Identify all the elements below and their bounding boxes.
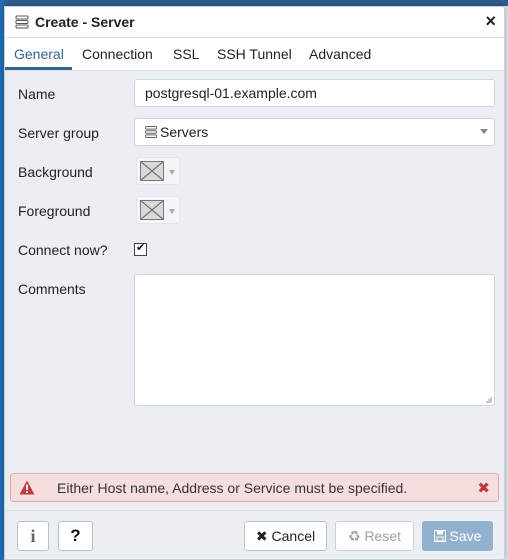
comments-textarea[interactable] [134, 274, 495, 406]
server-group-icon [15, 15, 29, 29]
active-tab-indicator [5, 67, 72, 70]
chevron-down-icon [169, 209, 175, 214]
server-group-value: Servers [160, 124, 209, 140]
server-group-select[interactable]: Servers [134, 118, 495, 146]
info-button[interactable]: i [17, 521, 49, 551]
reset-button[interactable]: ♻ Reset [335, 521, 414, 551]
floppy-icon [433, 529, 446, 543]
tab-connection[interactable]: Connection [82, 46, 153, 62]
info-icon: i [30, 526, 36, 546]
background-color-picker[interactable] [136, 157, 180, 185]
error-message: Either Host name, Address or Service mus… [57, 480, 408, 496]
empty-color-swatch-icon [140, 161, 164, 181]
cancel-button[interactable]: ✖ Cancel [244, 521, 327, 551]
cancel-label: Cancel [271, 528, 316, 544]
help-icon: ? [70, 526, 81, 545]
reset-label: Reset [364, 528, 402, 544]
foreground-color-picker[interactable] [136, 196, 180, 224]
connect-now-checkbox[interactable]: ✔ [134, 242, 147, 256]
chevron-down-icon [480, 129, 488, 134]
warning-icon [19, 480, 35, 495]
times-icon: ✖ [255, 528, 268, 544]
create-server-dialog: Create - Server × General Connection SSL… [4, 6, 505, 560]
dialog-title: Create - Server [35, 14, 135, 30]
tab-ssl[interactable]: SSL [173, 46, 199, 62]
help-button[interactable]: ? [58, 521, 93, 551]
close-icon[interactable]: × [485, 11, 496, 32]
close-icon[interactable]: ✖ [477, 479, 490, 497]
comments-label: Comments [18, 281, 86, 297]
name-input[interactable]: postgresql-01.example.com [134, 79, 495, 107]
save-button[interactable]: Save [422, 521, 493, 551]
resize-grip-icon[interactable] [484, 395, 492, 403]
dialog-titlebar: Create - Server × [5, 7, 504, 38]
checkmark-icon: ✔ [136, 242, 146, 254]
foreground-label: Foreground [18, 203, 91, 219]
recycle-icon: ♻ [347, 528, 361, 544]
tab-advanced[interactable]: Advanced [309, 46, 371, 62]
connect-now-label: Connect now? [18, 242, 108, 258]
servers-icon [145, 126, 157, 138]
server-group-label: Server group [18, 125, 99, 141]
background-label: Background [18, 164, 93, 180]
error-alert: Either Host name, Address or Service mus… [10, 473, 499, 502]
empty-color-swatch-icon [140, 200, 164, 220]
chevron-down-icon [169, 170, 175, 175]
tab-general[interactable]: General [14, 46, 64, 62]
save-label: Save [449, 528, 482, 544]
name-label: Name [18, 86, 56, 102]
tab-ssh-tunnel[interactable]: SSH Tunnel [217, 46, 292, 62]
tab-bar: General Connection SSL SSH Tunnel Advanc… [5, 38, 504, 71]
dialog-footer: i ? ✖ Cancel ♻ Reset Save [5, 510, 504, 559]
